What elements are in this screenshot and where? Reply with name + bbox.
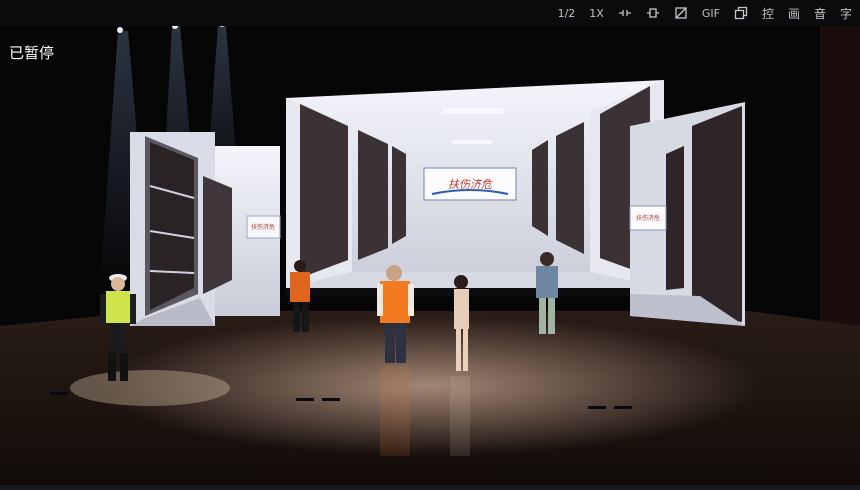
floor-mark (588, 406, 606, 409)
floor-reflection (380, 366, 410, 456)
floor-mark (296, 398, 314, 401)
frame-indicator[interactable]: 1/2 (558, 0, 576, 26)
progress-bar[interactable] (0, 485, 860, 490)
expand-horizontal-icon (646, 8, 659, 18)
crop-icon (675, 7, 687, 19)
stage-light (117, 27, 123, 33)
subtitle-button[interactable]: 字 (840, 0, 852, 26)
floor-mark (50, 392, 68, 395)
screen-sign-text: 扶伤济危 (251, 223, 275, 231)
floor-mark (322, 398, 340, 401)
audio-button[interactable]: 音 (814, 0, 826, 26)
led-screen-left (130, 132, 215, 326)
window-icon (734, 6, 748, 20)
expand-horizontal-button[interactable] (646, 0, 660, 26)
crop-button[interactable] (674, 0, 688, 26)
floor-mark (614, 406, 632, 409)
video-player[interactable]: 1/2 1X GIF 控 画 音 字 已暂停 扶伤济危 扶伤济危 扶伤济危 (0, 0, 860, 490)
picture-button[interactable]: 画 (788, 0, 800, 26)
video-frame[interactable]: 扶伤济危 扶伤济危 扶伤济危 (0, 26, 860, 486)
floor-reflection (450, 376, 470, 456)
floor-spot (70, 370, 230, 406)
led-screen-right: 扶伤济危 (629, 102, 745, 326)
window-button[interactable] (734, 0, 748, 26)
shrink-horizontal-icon (618, 10, 631, 16)
led-screen-center: 扶伤济危 (286, 80, 664, 296)
paused-status: 已暂停 (9, 44, 55, 62)
shrink-horizontal-button[interactable] (618, 0, 632, 26)
control-button[interactable]: 控 (762, 0, 774, 26)
gif-button[interactable]: GIF (702, 0, 720, 26)
player-toolbar: 1/2 1X GIF 控 画 音 字 (0, 0, 860, 26)
speed-button[interactable]: 1X (589, 0, 604, 26)
screen-sign-text: 扶伤济危 (636, 214, 660, 222)
